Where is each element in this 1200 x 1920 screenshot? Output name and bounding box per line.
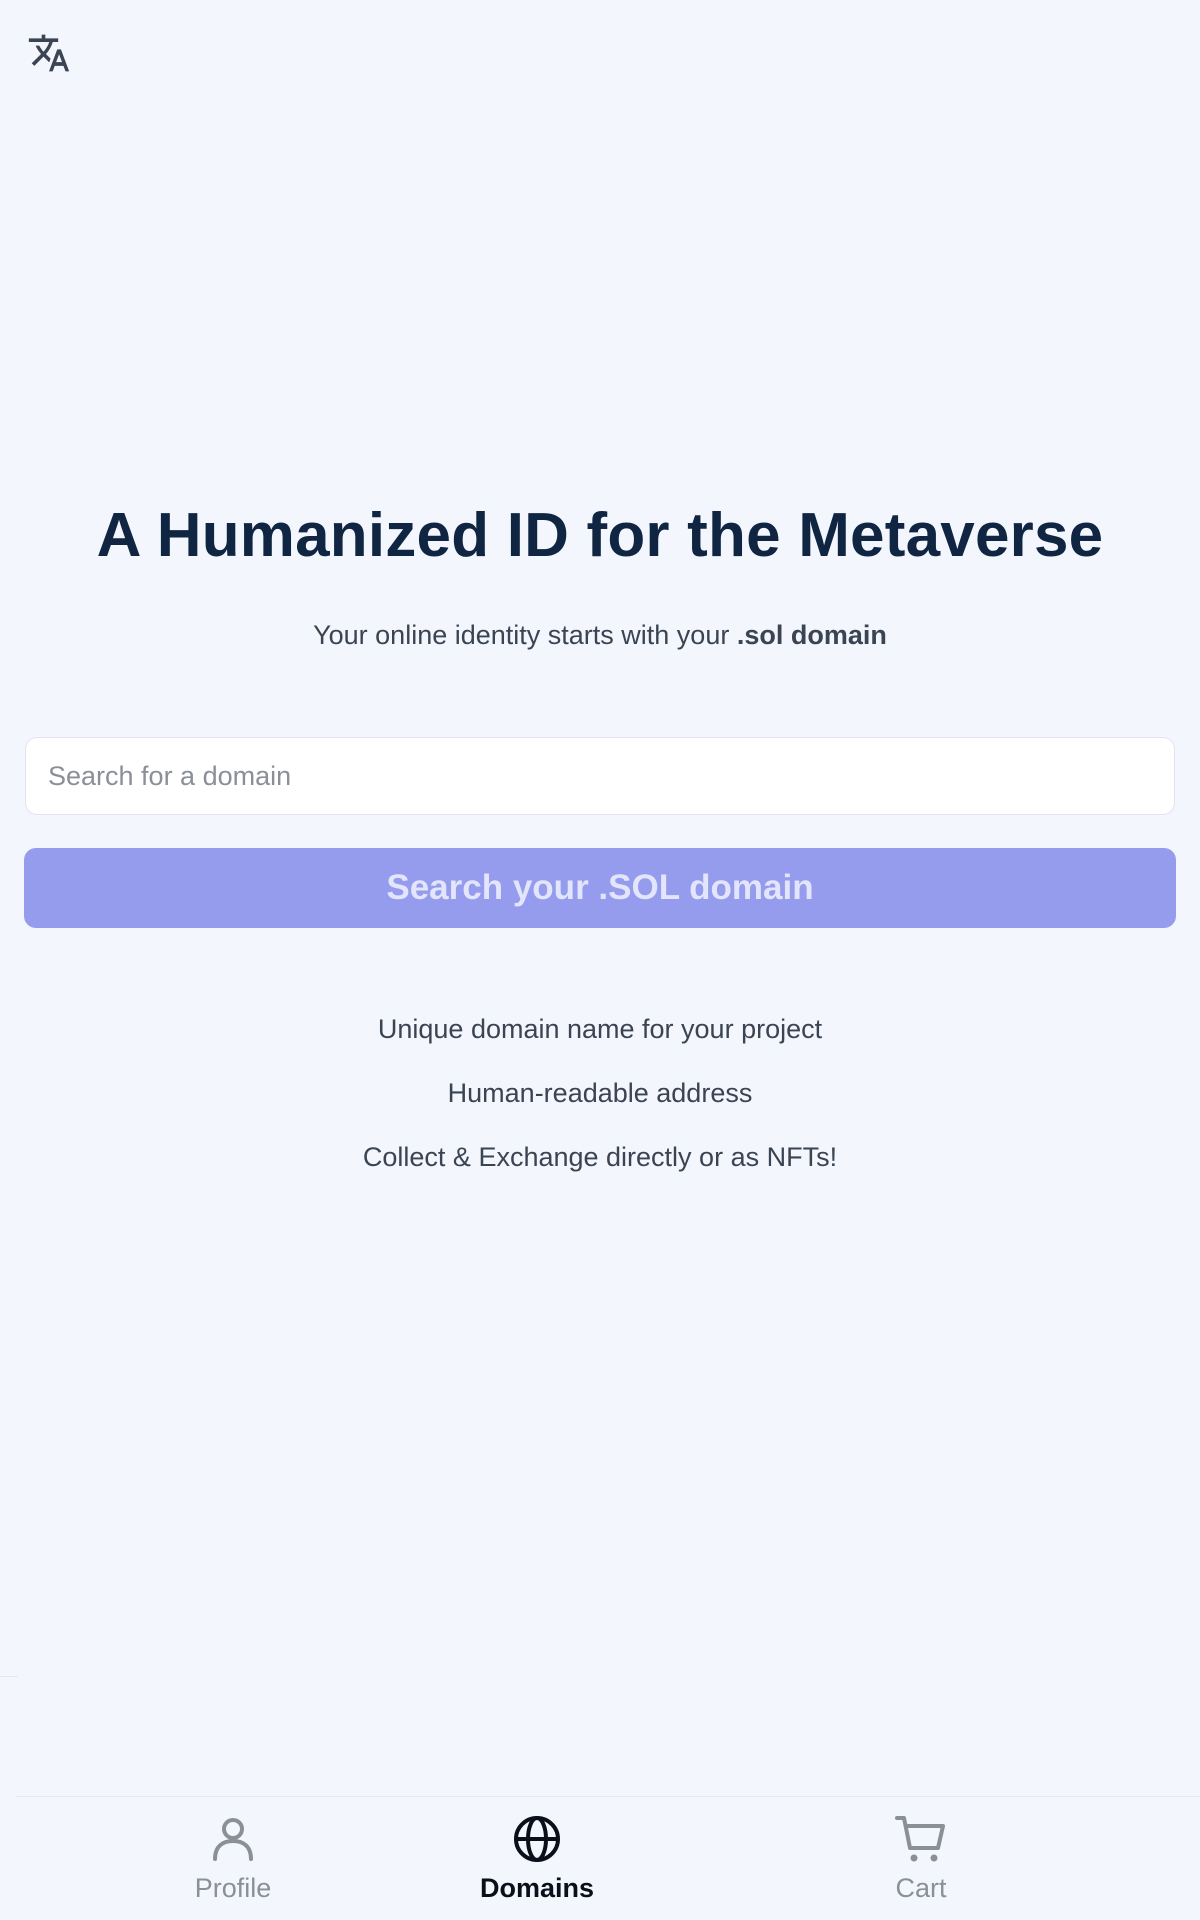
domain-search-input[interactable] [25, 737, 1175, 815]
bottom-navigation: Profile Domains Cart [16, 1796, 1200, 1920]
nav-label-domains: Domains [479, 1873, 595, 1903]
nav-label-cart: Cart [895, 1873, 947, 1903]
search-domain-button[interactable]: Search your .SOL domain [24, 848, 1176, 928]
feature-item: Collect & Exchange directly or as NFTs! [362, 1142, 838, 1172]
divider [0, 1676, 18, 1677]
page-title: A Humanized ID for the Metaverse [96, 501, 1104, 570]
globe-icon [512, 1813, 562, 1865]
nav-item-profile[interactable]: Profile [113, 1797, 353, 1920]
nav-item-cart[interactable]: Cart [801, 1797, 1041, 1920]
feature-item: Human-readable address [447, 1078, 753, 1108]
page: A Humanized ID for the Metaverse Your on… [0, 0, 1200, 1920]
feature-list: Unique domain name for your project Huma… [0, 1010, 1200, 1202]
nav-item-domains[interactable]: Domains [417, 1797, 657, 1920]
translate-button[interactable] [22, 26, 76, 80]
feature-item: Unique domain name for your project [377, 1014, 823, 1044]
nav-label-profile: Profile [194, 1873, 272, 1903]
subtitle-text: Your online identity starts with your [313, 620, 737, 650]
subtitle-highlight: .sol domain [736, 620, 887, 650]
translate-icon [28, 34, 70, 72]
cart-icon [895, 1813, 947, 1865]
person-icon [210, 1813, 256, 1865]
page-subtitle: Your online identity starts with your .s… [0, 620, 1200, 651]
